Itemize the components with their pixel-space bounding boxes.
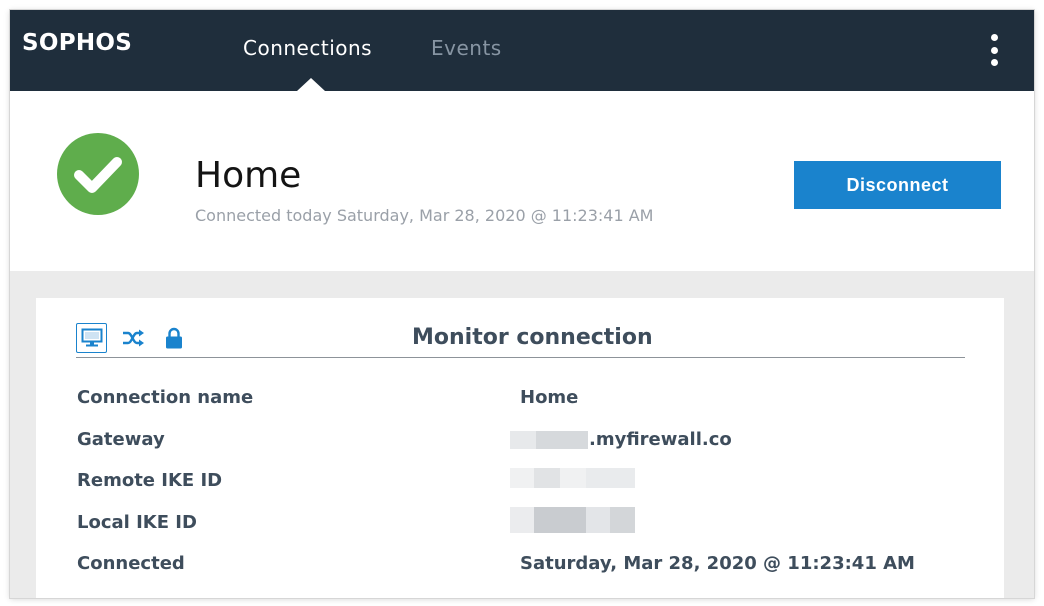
tab-events[interactable]: Events	[431, 36, 502, 60]
redacted-block	[510, 507, 635, 533]
section-divider	[76, 357, 965, 358]
active-tab-indicator	[297, 78, 325, 91]
gateway-label: Gateway	[77, 429, 165, 450]
remote-ike-id-label: Remote IKE ID	[77, 470, 223, 491]
connection-status-panel: Home Connected today Saturday, Mar 28, 2…	[10, 91, 1034, 271]
tab-connections[interactable]: Connections	[243, 36, 372, 60]
connection-name-value: Home	[520, 387, 579, 408]
gateway-value: .myfirewall.co	[589, 429, 732, 450]
shuffle-icon[interactable]	[119, 323, 147, 353]
monitor-connection-title: Monitor connection	[412, 325, 653, 350]
monitor-connection-card: Monitor connection Connection name Home …	[36, 298, 1004, 598]
connection-status-text: Connected today Saturday, Mar 28, 2020 @…	[195, 206, 654, 225]
local-ike-id-label: Local IKE ID	[77, 512, 197, 533]
redacted-block	[510, 431, 588, 449]
monitor-icon[interactable]	[76, 323, 107, 353]
connection-name-label: Connection name	[77, 387, 254, 408]
lock-icon[interactable]	[161, 323, 187, 353]
sophos-logo: SOPHOS	[22, 30, 133, 56]
check-circle-icon	[57, 133, 139, 215]
connection-title: Home	[195, 155, 302, 196]
connected-label: Connected	[77, 553, 185, 574]
top-nav-bar: SOPHOS Connections Events	[10, 10, 1034, 91]
redacted-block	[510, 468, 635, 488]
app-window: SOPHOS Connections Events Home Connected…	[10, 10, 1034, 598]
more-vertical-icon[interactable]	[985, 32, 1003, 68]
connected-value: Saturday, Mar 28, 2020 @ 11:23:41 AM	[520, 553, 915, 574]
disconnect-button[interactable]: Disconnect	[794, 161, 1001, 209]
